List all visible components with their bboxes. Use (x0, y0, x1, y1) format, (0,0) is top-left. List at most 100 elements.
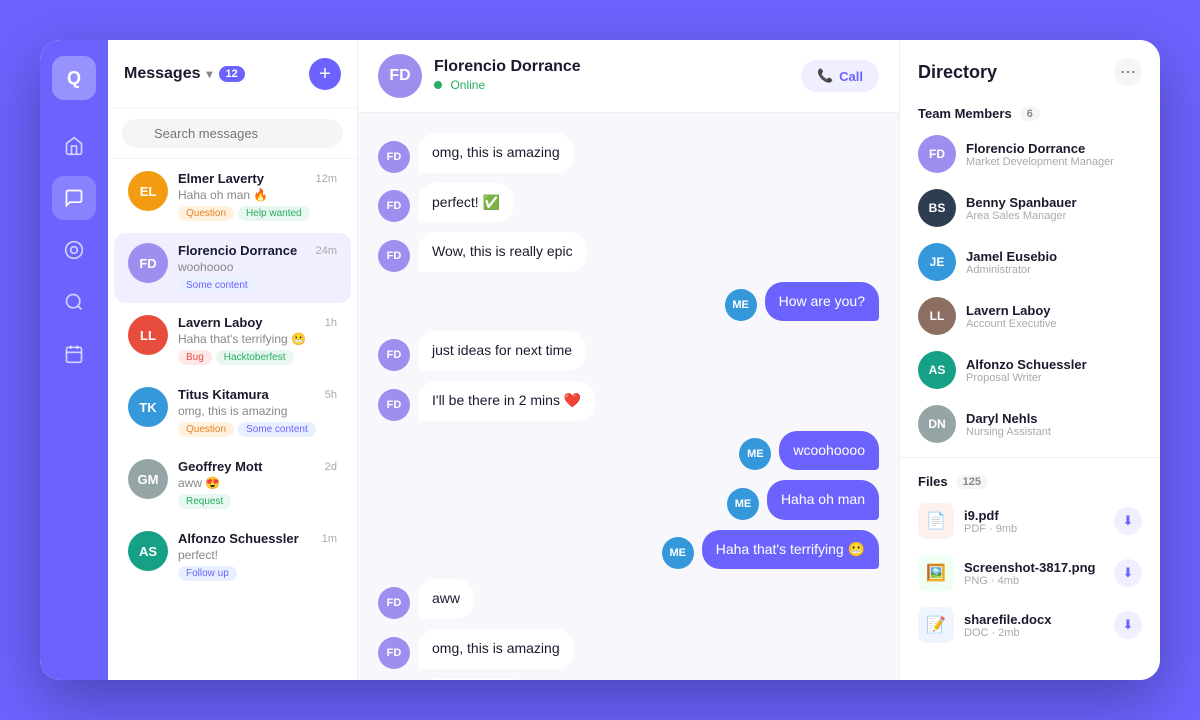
message-avatar: FD (378, 141, 410, 173)
directory-title: Directory (918, 62, 997, 83)
conv-avatar: LL (128, 315, 168, 355)
search-input[interactable] (122, 119, 343, 148)
member-item[interactable]: FD Florencio Dorrance Market Development… (900, 127, 1160, 181)
message-row: FD omg, this is amazing (378, 629, 879, 669)
phone-icon: 📞 (817, 68, 833, 84)
conv-time: 2d (325, 461, 337, 473)
member-info: Florencio Dorrance Market Development Ma… (966, 141, 1142, 168)
nav-calls[interactable] (52, 228, 96, 272)
member-info: Alfonzo Schuessler Proposal Writer (966, 357, 1142, 384)
conv-name: Alfonzo Schuessler (178, 531, 299, 546)
conversation-item[interactable]: TK Titus Kitamura 5h omg, this is amazin… (114, 377, 351, 447)
member-item[interactable]: LL Lavern Laboy Account Executive (900, 289, 1160, 343)
conv-msg: omg, this is amazing (178, 404, 337, 418)
member-role: Proposal Writer (966, 372, 1142, 384)
member-info: Jamel Eusebio Administrator (966, 249, 1142, 276)
team-section-header: Team Members 6 (900, 96, 1160, 127)
conv-msg: perfect! (178, 548, 337, 562)
file-item: 📄 i9.pdf PDF · 9mb ⬇ (900, 495, 1160, 547)
tag-help: Help wanted (238, 206, 310, 221)
directory-more-button[interactable]: ⋯ (1114, 58, 1142, 86)
conversation-item[interactable]: LL Lavern Laboy 1h Haha that's terrifyin… (114, 305, 351, 375)
chat-panel: FD Florencio Dorrance Online 📞 Call FD o… (358, 40, 900, 680)
conv-name: Titus Kitamura (178, 387, 269, 402)
tag-content: Some content (178, 278, 256, 293)
conv-time: 12m (316, 173, 337, 185)
team-section-title: Team Members (918, 106, 1012, 121)
download-button[interactable]: ⬇ (1114, 611, 1142, 639)
conv-top: Elmer Laverty 12m (178, 171, 337, 186)
message-row: wcoohoooo ME (378, 431, 879, 471)
message-avatar-sent: ME (725, 289, 757, 321)
member-name: Florencio Dorrance (966, 141, 1142, 156)
member-item[interactable]: JE Jamel Eusebio Administrator (900, 235, 1160, 289)
conv-body: Titus Kitamura 5h omg, this is amazing Q… (178, 387, 337, 437)
conv-time: 1m (322, 533, 337, 545)
tag-question: Question (178, 206, 234, 221)
message-bubble-sent: How are you? (765, 282, 879, 322)
member-name: Benny Spanbauer (966, 195, 1142, 210)
directory-panel: Directory ⋯ Team Members 6 FD Florencio … (900, 40, 1160, 680)
file-item: 🖼️ Screenshot-3817.png PNG · 4mb ⬇ (900, 547, 1160, 599)
app-logo: Q (52, 56, 96, 100)
conversation-item[interactable]: EL Elmer Laverty 12m Haha oh man 🔥 Quest… (114, 161, 351, 231)
message-avatar-sent: ME (727, 488, 759, 520)
conv-top: Titus Kitamura 5h (178, 387, 337, 402)
messages-panel: Messages ▾ 12 + 🔍 EL Elmer Laverty 12m H… (108, 40, 358, 680)
conv-tags: Request (178, 494, 337, 509)
file-meta: PDF · 9mb (964, 523, 1104, 535)
conversation-item[interactable]: FD Florencio Dorrance 24m woohoooo Some … (114, 233, 351, 303)
message-bubble-received: woohoooo 🔥 (418, 679, 532, 680)
message-row: FD omg, this is amazing (378, 133, 879, 173)
conversation-item[interactable]: GM Geoffrey Mott 2d aww 😍 Request (114, 449, 351, 519)
nav-messages[interactable] (52, 176, 96, 220)
member-role: Area Sales Manager (966, 210, 1142, 222)
file-icon-pdf: 📄 (918, 503, 954, 539)
message-avatar: FD (378, 339, 410, 371)
member-item[interactable]: DN Daryl Nehls Nursing Assistant (900, 397, 1160, 451)
file-info: Screenshot-3817.png PNG · 4mb (964, 560, 1104, 587)
message-avatar-sent: ME (739, 438, 771, 470)
message-avatar: FD (378, 587, 410, 619)
directory-header: Directory ⋯ (900, 40, 1160, 96)
add-conversation-button[interactable]: + (309, 58, 341, 90)
search-box: 🔍 (108, 109, 357, 159)
file-name: sharefile.docx (964, 612, 1104, 627)
conv-time: 1h (325, 317, 337, 329)
conv-name: Florencio Dorrance (178, 243, 297, 258)
conv-top: Lavern Laboy 1h (178, 315, 337, 330)
online-label: Online (450, 78, 485, 92)
message-row: How are you? ME (378, 282, 879, 322)
chat-user-details: Florencio Dorrance Online (434, 58, 581, 94)
message-bubble-received: omg, this is amazing (418, 133, 574, 173)
nav-calendar[interactable] (52, 332, 96, 376)
conversation-item[interactable]: AS Alfonzo Schuessler 1m perfect! Follow… (114, 521, 351, 591)
message-row: FD Wow, this is really epic (378, 232, 879, 272)
chat-user-name: Florencio Dorrance (434, 58, 581, 76)
divider (900, 457, 1160, 458)
message-row: FD perfect! ✅ (378, 183, 879, 223)
member-avatar: BS (918, 189, 956, 227)
member-role: Account Executive (966, 318, 1142, 330)
nav-search[interactable] (52, 280, 96, 324)
member-name: Alfonzo Schuessler (966, 357, 1142, 372)
conv-body: Florencio Dorrance 24m woohoooo Some con… (178, 243, 337, 293)
conv-name: Elmer Laverty (178, 171, 264, 186)
team-count-badge: 6 (1020, 107, 1040, 121)
call-button[interactable]: 📞 Call (801, 60, 879, 92)
conv-tags: Some content (178, 278, 337, 293)
conv-avatar: TK (128, 387, 168, 427)
member-item[interactable]: BS Benny Spanbauer Area Sales Manager (900, 181, 1160, 235)
file-name: Screenshot-3817.png (964, 560, 1104, 575)
download-button[interactable]: ⬇ (1114, 559, 1142, 587)
member-item[interactable]: AS Alfonzo Schuessler Proposal Writer (900, 343, 1160, 397)
nav-home[interactable] (52, 124, 96, 168)
file-item: 📝 sharefile.docx DOC · 2mb ⬇ (900, 599, 1160, 651)
conv-tags: Follow up (178, 566, 337, 581)
conv-msg: woohoooo (178, 260, 337, 274)
download-button[interactable]: ⬇ (1114, 507, 1142, 535)
conv-avatar: AS (128, 531, 168, 571)
conv-body: Lavern Laboy 1h Haha that's terrifying 😬… (178, 315, 337, 365)
file-meta: DOC · 2mb (964, 627, 1104, 639)
member-list: FD Florencio Dorrance Market Development… (900, 127, 1160, 451)
